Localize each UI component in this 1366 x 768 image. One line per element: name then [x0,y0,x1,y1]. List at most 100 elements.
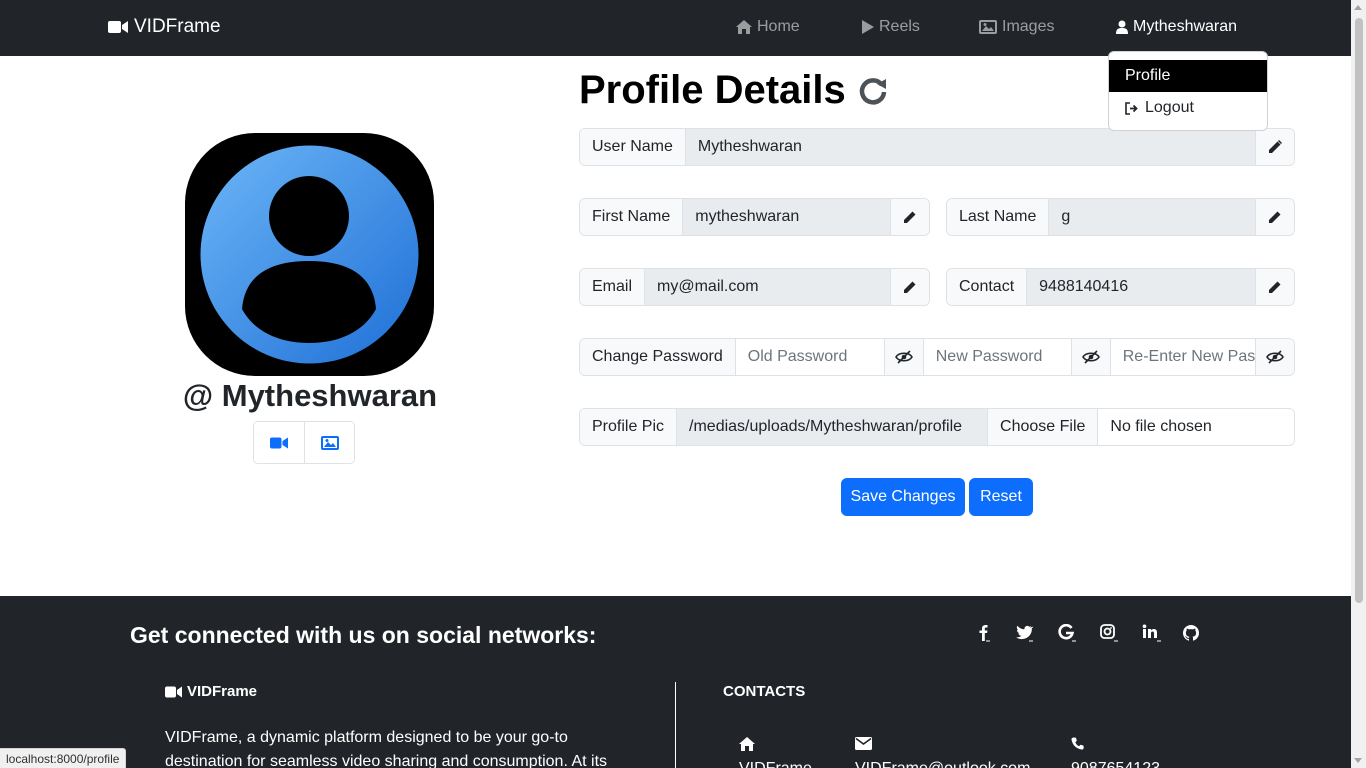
scroll-down-icon[interactable] [1354,758,1362,763]
social-title: Get connected with us on social networks… [130,622,597,648]
contact-phone: 9087654123 [1071,760,1160,768]
home-icon [739,737,755,751]
change-password-group: Change Password Old Password New Passwor… [579,338,1295,376]
footer-brand: VIDFrame [165,683,257,700]
scroll-up-icon[interactable] [1354,5,1362,10]
contact-label: Contact [947,269,1028,305]
footer-brand-name: VIDFrame [187,683,258,700]
home-icon [736,20,752,34]
profile-pic-group: Profile Pic /medias/uploads/Mytheshwaran… [579,408,1295,446]
envelope-icon [855,737,872,750]
eye-slash-icon [1081,350,1100,364]
pencil-icon [904,281,916,293]
instagram-icon[interactable] [1098,622,1120,644]
first-name-label: First Name [580,199,684,235]
nav-images[interactable]: Images [979,18,1054,36]
nav-user-label: Mytheshwaran [1133,18,1238,35]
edit-contact-button[interactable] [1255,269,1294,305]
last-name-field[interactable]: g [1049,199,1255,235]
first-name-group: First Name mytheshwaran [579,198,930,236]
profile-username: @ Mytheshwaran [182,378,438,413]
page-scrollbar[interactable] [1351,0,1366,768]
edit-email-button[interactable] [890,269,929,305]
reset-button[interactable]: Reset [969,478,1033,516]
contact-email[interactable]: VIDFrame@outlook.com [855,760,1030,768]
last-name-group: Last Name g [946,198,1295,236]
scrollbar-thumb[interactable] [1355,18,1363,603]
sign-out-icon [1125,101,1138,115]
github-icon[interactable] [1180,622,1202,644]
pencil-icon [1269,281,1281,293]
pencil-icon [1269,211,1281,223]
nav-reels[interactable]: Reels [862,18,920,36]
media-toggle-group [253,421,355,464]
brand-link[interactable]: VIDFrame [108,16,221,38]
pencil-icon [904,211,916,223]
images-tab-button[interactable] [304,422,354,463]
video-camera-icon [165,686,182,697]
toggle-reenter-password-button[interactable] [1255,339,1294,375]
pencil-icon [1269,140,1282,153]
edit-username-button[interactable] [1255,129,1294,165]
user-dropdown-menu: Profile Logout [1108,51,1268,131]
footer: Get connected with us on social networks… [0,596,1351,768]
toggle-new-password-button[interactable] [1070,339,1110,375]
refresh-icon[interactable] [858,76,888,106]
edit-last-name-button[interactable] [1255,199,1294,235]
videos-tab-button[interactable] [254,422,304,463]
eye-slash-icon [1266,350,1284,364]
email-field[interactable]: my@mail.com [645,269,890,305]
footer-divider [675,682,676,768]
username-label: User Name [580,129,686,165]
twitter-icon[interactable] [1013,622,1035,644]
facebook-icon[interactable] [973,622,995,644]
contacts-title: CONTACTS [723,683,806,700]
dropdown-profile-label: Profile [1125,67,1171,84]
reenter-password-input[interactable]: Re-Enter New Pas [1109,339,1255,375]
dropdown-logout-label: Logout [1145,99,1194,116]
choose-file-button[interactable]: Choose File [987,409,1099,445]
contact-group: Contact 9488140416 [946,268,1295,306]
browser-status-bar: localhost:8000/profile [0,748,127,768]
new-password-input[interactable]: New Password [922,339,1071,375]
save-changes-button[interactable]: Save Changes [841,478,965,516]
nav-home[interactable]: Home [736,18,800,36]
navbar: VIDFrame Home Reels Images Mytheshwaran [0,0,1351,56]
dropdown-item-profile[interactable]: Profile [1109,60,1267,92]
old-password-input[interactable]: Old Password [735,339,884,375]
footer-description: VIDFrame, a dynamic platform designed to… [165,729,608,768]
username-group: User Name Mytheshwaran [579,128,1295,166]
contact-address: VIDFrame [739,760,812,768]
last-name-label: Last Name [947,199,1050,235]
email-label: Email [580,269,646,305]
video-camera-icon [108,21,128,33]
google-icon[interactable] [1056,622,1078,644]
linkedin-icon[interactable] [1140,622,1162,644]
play-icon [862,20,874,34]
video-camera-icon [270,437,288,448]
nav-reels-label: Reels [879,18,920,35]
profile-pic-path-field: /medias/uploads/Mytheshwaran/profile [677,409,988,445]
file-status-text: No file chosen [1098,409,1294,445]
brand-name: VIDFrame [134,16,221,37]
username-field[interactable]: Mytheshwaran [685,129,1255,165]
dropdown-item-logout[interactable]: Logout [1109,92,1267,124]
eye-slash-icon [894,350,913,364]
contact-field[interactable]: 9488140416 [1027,269,1255,305]
edit-first-name-button[interactable] [890,199,929,235]
user-avatar-icon [200,145,419,364]
toggle-old-password-button[interactable] [883,339,923,375]
page: VIDFrame Home Reels Images Mytheshwaran … [0,0,1351,768]
page-title-text: Profile Details [579,68,846,112]
first-name-field[interactable]: mytheshwaran [683,199,890,235]
profile-avatar [185,133,434,376]
change-password-label: Change Password [580,339,736,375]
user-icon [1116,20,1128,34]
profile-pic-label: Profile Pic [580,409,678,445]
image-icon [979,20,997,34]
email-group: Email my@mail.com [579,268,930,306]
page-title: Profile Details [579,68,888,113]
image-icon [320,435,339,450]
nav-home-label: Home [757,18,800,35]
nav-user-menu[interactable]: Mytheshwaran [1116,18,1237,36]
